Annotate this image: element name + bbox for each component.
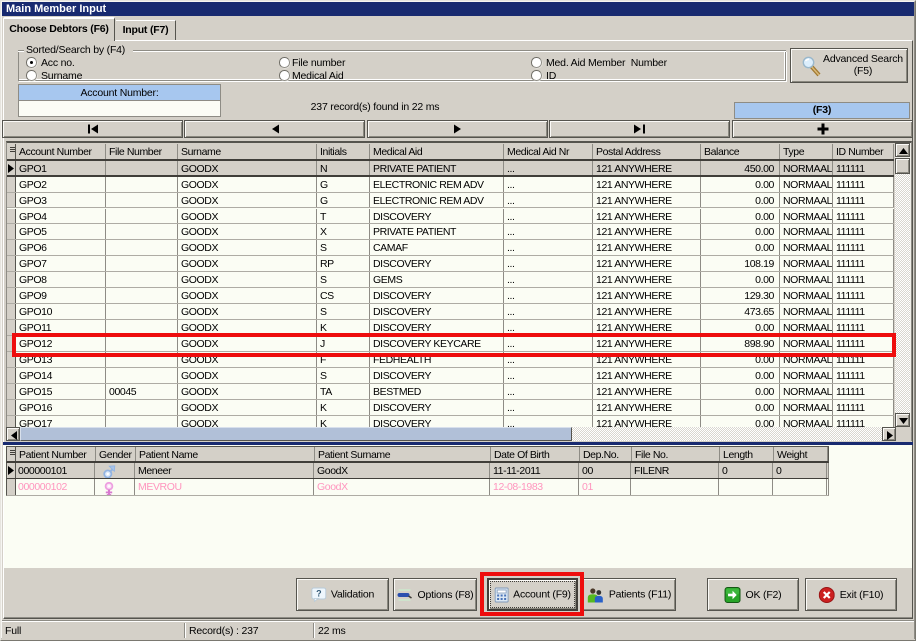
svg-text:?: ? bbox=[316, 588, 321, 598]
